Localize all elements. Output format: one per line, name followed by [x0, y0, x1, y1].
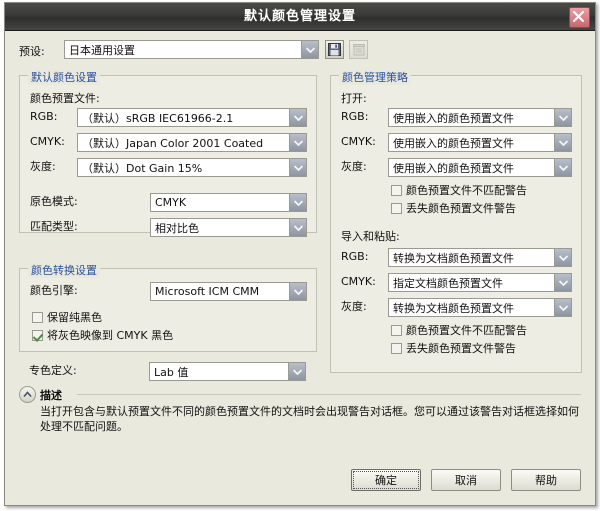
open-cmyk-select[interactable]: 使用嵌入的颜色预置文件 [388, 133, 572, 152]
preset-row: 预设: 日本通用设置 [19, 39, 579, 63]
paste-rgb-label: RGB: [341, 250, 369, 263]
open-missing-warning-label: 丢失颜色预置文件警告 [406, 202, 516, 215]
open-gray-label: 灰度: [341, 160, 367, 173]
map-gray-to-cmyk-black-label: 将灰色映像到 CMYK 黑色 [47, 329, 174, 342]
dialog-button-bar: 确定 取消 帮助 [351, 469, 581, 491]
description-title: 描述 [40, 389, 62, 402]
open-rgb-label: RGB: [341, 110, 369, 123]
checkbox-box[interactable] [391, 202, 402, 214]
cmyk-profile-value: （默认）Japan Color 2001 Coated [82, 136, 264, 150]
paste-policy-subhead: 导入和粘贴: [341, 230, 400, 243]
paste-missing-warning-checkbox[interactable]: 丢失颜色预置文件警告 [391, 340, 516, 356]
window-title: 默认颜色管理设置 [243, 9, 356, 24]
checkbox-box[interactable] [32, 329, 43, 341]
spot-color-value: Lab 值 [154, 365, 189, 379]
chevron-down-icon[interactable] [289, 194, 306, 211]
color-policy-title: 颜色管理策略 [339, 69, 411, 85]
primary-mode-value: CMYK [155, 196, 187, 209]
primary-mode-label: 原色模式: [30, 195, 78, 208]
open-missing-warning-checkbox[interactable]: 丢失颜色预置文件警告 [391, 200, 516, 216]
title-bar: 默认颜色管理设置 [5, 3, 595, 31]
paste-mismatch-warning-checkbox[interactable]: 颜色预置文件不匹配警告 [391, 322, 527, 338]
preserve-pure-black-checkbox[interactable]: 保留纯黑色 [32, 309, 102, 325]
checkbox-box[interactable] [32, 311, 43, 323]
help-button[interactable]: 帮助 [511, 469, 581, 491]
chevron-down-icon[interactable] [554, 109, 571, 126]
preset-select[interactable]: 日本通用设置 [64, 40, 319, 59]
paste-gray-value: 转换为文档颜色预置文件 [393, 301, 514, 315]
open-gray-value: 使用嵌入的颜色预置文件 [393, 161, 514, 175]
spot-color-row: 专色定义: Lab 值 [19, 361, 317, 381]
color-policy-group: 颜色管理策略 打开: RGB: 使用嵌入的颜色预置文件 CMYK: 使用嵌入的颜… [330, 69, 582, 373]
color-conversion-title: 颜色转换设置 [28, 262, 100, 278]
color-profiles-subhead: 颜色预置文件: [30, 92, 100, 105]
ok-button[interactable]: 确定 [351, 469, 421, 491]
paste-cmyk-select[interactable]: 指定文档颜色预置文件 [388, 273, 572, 292]
gray-profile-label: 灰度: [30, 160, 56, 173]
rgb-profile-label: RGB: [30, 110, 58, 123]
paste-missing-warning-label: 丢失颜色预置文件警告 [406, 342, 516, 355]
preset-label: 预设: [19, 45, 45, 58]
cmyk-profile-label: CMYK: [30, 135, 65, 148]
color-engine-value: Microsoft ICM CMM [155, 285, 260, 298]
chevron-down-icon[interactable] [301, 41, 318, 58]
description-body: 当打开包含与默认预置文件不同的颜色预置文件的文档时会出现警告对话框。您可以通过该… [40, 405, 579, 433]
gray-profile-select[interactable]: （默认）Dot Gain 15% [77, 158, 307, 177]
open-rgb-value: 使用嵌入的颜色预置文件 [393, 111, 514, 125]
chevron-down-icon[interactable] [289, 159, 306, 176]
save-floppy-icon[interactable] [325, 40, 344, 59]
chevron-down-icon[interactable] [289, 283, 306, 300]
cancel-button[interactable]: 取消 [431, 469, 501, 491]
preset-value: 日本通用设置 [69, 43, 135, 57]
trash-delete-icon [349, 40, 368, 59]
checkbox-box[interactable] [391, 184, 402, 196]
open-gray-select[interactable]: 使用嵌入的颜色预置文件 [388, 158, 572, 177]
paste-gray-label: 灰度: [341, 300, 367, 313]
paste-mismatch-warning-label: 颜色预置文件不匹配警告 [406, 324, 527, 337]
description-divider [77, 394, 581, 395]
color-conversion-group: 颜色转换设置 颜色引擎: Microsoft ICM CMM 保留纯黑色 将灰色… [19, 262, 317, 352]
map-gray-to-cmyk-black-checkbox[interactable]: 将灰色映像到 CMYK 黑色 [32, 327, 173, 343]
default-color-settings-group: 默认颜色设置 颜色预置文件: RGB: （默认）sRGB IEC61966-2.… [19, 69, 317, 237]
collapse-chevron-up-icon[interactable] [19, 386, 36, 403]
close-icon[interactable] [569, 7, 590, 28]
open-rgb-select[interactable]: 使用嵌入的颜色预置文件 [388, 108, 572, 127]
default-color-settings-title: 默认颜色设置 [28, 69, 100, 85]
color-engine-label: 颜色引擎: [30, 284, 78, 297]
match-type-select[interactable]: 相对比色 [150, 218, 307, 237]
spot-color-label: 专色定义: [29, 364, 77, 377]
chevron-down-icon[interactable] [288, 363, 305, 380]
chevron-down-icon[interactable] [554, 249, 571, 266]
chevron-down-icon[interactable] [289, 109, 306, 126]
open-cmyk-value: 使用嵌入的颜色预置文件 [393, 136, 514, 150]
chevron-down-icon[interactable] [554, 299, 571, 316]
preserve-pure-black-label: 保留纯黑色 [47, 311, 102, 324]
match-type-label: 匹配类型: [30, 220, 78, 233]
paste-gray-select[interactable]: 转换为文档颜色预置文件 [388, 298, 572, 317]
chevron-down-icon[interactable] [289, 219, 306, 236]
primary-mode-select[interactable]: CMYK [150, 193, 307, 212]
chevron-down-icon[interactable] [554, 274, 571, 291]
checkbox-box[interactable] [391, 324, 402, 336]
rgb-profile-value: （默认）sRGB IEC61966-2.1 [82, 111, 234, 125]
paste-cmyk-value: 指定文档颜色预置文件 [393, 276, 503, 290]
checkbox-box[interactable] [391, 342, 402, 354]
chevron-down-icon[interactable] [554, 159, 571, 176]
cmyk-profile-select[interactable]: （默认）Japan Color 2001 Coated [77, 133, 307, 152]
chevron-down-icon[interactable] [554, 134, 571, 151]
chevron-down-icon[interactable] [289, 134, 306, 151]
paste-rgb-select[interactable]: 转换为文档颜色预置文件 [388, 248, 572, 267]
paste-cmyk-label: CMYK: [341, 275, 376, 288]
paste-rgb-value: 转换为文档颜色预置文件 [393, 251, 514, 265]
spot-color-select[interactable]: Lab 值 [149, 362, 306, 381]
open-mismatch-warning-label: 颜色预置文件不匹配警告 [406, 184, 527, 197]
color-settings-dialog: 默认颜色管理设置 预设: 日本通用设置 默认颜色设置 颜色预置文件: RGB: … [4, 2, 596, 506]
open-policy-subhead: 打开: [341, 92, 367, 105]
match-type-value: 相对比色 [155, 221, 199, 235]
open-mismatch-warning-checkbox[interactable]: 颜色预置文件不匹配警告 [391, 182, 527, 198]
rgb-profile-select[interactable]: （默认）sRGB IEC61966-2.1 [77, 108, 307, 127]
color-engine-select[interactable]: Microsoft ICM CMM [150, 282, 307, 301]
gray-profile-value: （默认）Dot Gain 15% [82, 161, 203, 175]
open-cmyk-label: CMYK: [341, 135, 376, 148]
